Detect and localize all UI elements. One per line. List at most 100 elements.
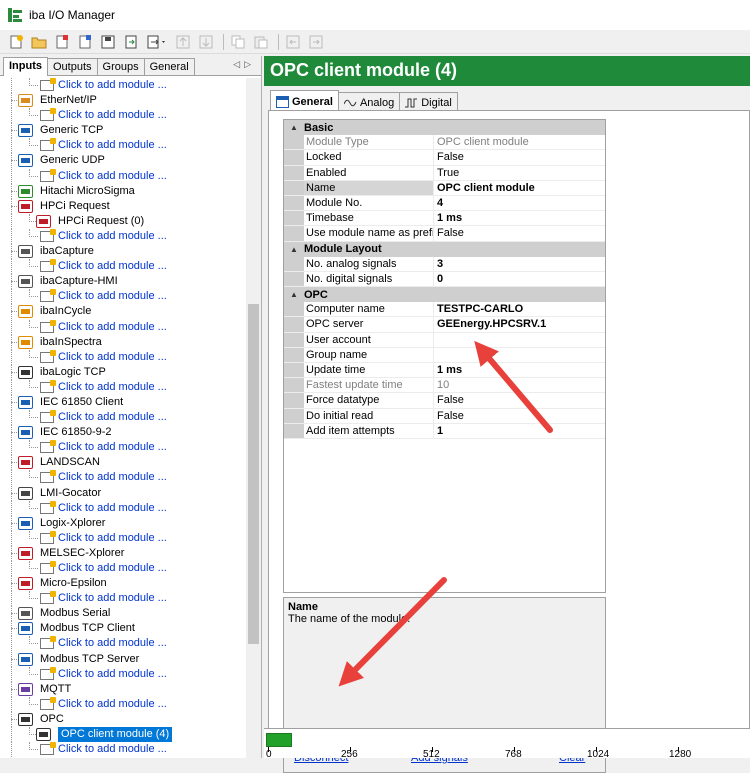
property-value[interactable]: TESTPC-CARLO [434,302,605,316]
property-value[interactable]: OPC client module [434,181,605,195]
tab-groups[interactable]: Groups [96,58,145,75]
property-row[interactable]: No. analog signals 3 [284,256,605,272]
tab-general[interactable]: General [143,58,195,75]
tab-general-module[interactable]: General [270,90,339,110]
property-value[interactable]: False [434,409,605,423]
add-module-item[interactable]: Click to add module ... [0,500,246,516]
tab-scroll-arrows[interactable]: ◁▷ [233,59,255,70]
add-module-item[interactable]: Click to add module ... [0,259,246,275]
property-value[interactable]: 3 [434,257,605,271]
property-value[interactable] [434,348,605,362]
property-row[interactable]: No. digital signals 0 [284,271,605,288]
tab-outputs[interactable]: Outputs [47,58,98,75]
add-module-item[interactable]: Click to add module ... [0,379,246,395]
add-module-item[interactable]: Click to add module ... [0,591,246,607]
tree-group-item[interactable]: LMI-Gocator [0,485,246,501]
property-value[interactable]: 1 ms [434,211,605,225]
property-row[interactable]: Locked False [284,150,605,166]
export-icon[interactable] [144,33,170,51]
tree-group-item[interactable]: Micro-Epsilon [0,576,246,592]
copy-icon[interactable] [228,33,248,51]
property-row[interactable]: Force datatype False [284,393,605,409]
scrollbar-thumb[interactable] [248,304,259,644]
tree-group-item[interactable]: HPCi Request [0,198,246,214]
add-module-item[interactable]: Click to add module ... [0,349,246,365]
property-row[interactable]: Use module name as prefix False [284,226,605,242]
tree-scrollbar[interactable] [246,78,261,758]
tree-group-item[interactable]: IEC 61850 Client [0,394,246,410]
property-row[interactable]: Module Type OPC client module [284,135,605,151]
category-basic[interactable]: ▲ Basic [284,120,605,136]
property-row[interactable]: Name OPC client module [284,180,605,196]
move-up-icon[interactable] [173,33,193,51]
tab-inputs[interactable]: Inputs [3,57,48,76]
tree-group-item[interactable]: IEC 61850-9-2 [0,425,246,441]
property-value[interactable]: GEEnergy.HPCSRV.1 [434,317,605,331]
property-value[interactable]: False [434,150,605,164]
add-module-item[interactable]: Click to add module ... [0,561,246,576]
property-row[interactable]: Add item attempts 1 [284,423,605,439]
property-value[interactable] [434,333,605,347]
paste-icon[interactable] [251,33,271,51]
tree-group-item[interactable]: ibaCapture [0,244,246,260]
collapse-icon[interactable]: ▲ [284,245,304,254]
move-down-icon[interactable] [196,33,216,51]
open-blue-icon[interactable] [75,33,95,51]
add-module-item[interactable]: Click to add module ... [0,530,246,546]
tree-group-item[interactable]: Generic TCP [0,123,246,139]
tree-group-item[interactable]: ibaLogic TCP [0,364,246,380]
add-module-item[interactable]: Click to add module ... [0,470,246,486]
property-row[interactable]: Fastest update time 10 [284,378,605,394]
property-value[interactable]: 4 [434,196,605,210]
tree-group-item[interactable]: Modbus Serial [0,606,246,622]
tree-group-item[interactable]: ibaInCycle [0,304,246,320]
property-row[interactable]: User account [284,332,605,348]
property-value[interactable]: 0 [434,272,605,286]
forward-icon[interactable] [306,33,326,51]
property-row[interactable]: Update time 1 ms [284,363,605,379]
property-row[interactable]: Timebase 1 ms [284,211,605,227]
add-module-item[interactable]: Click to add module ... [0,289,246,305]
property-value[interactable]: False [434,226,605,240]
tree-group-item[interactable]: OPC [0,711,246,727]
add-module-item[interactable]: Click to add module ... [0,78,246,93]
property-value[interactable]: OPC client module [434,135,605,149]
tab-analog[interactable]: Analog [337,92,401,110]
add-module-item[interactable]: Click to add module ... [0,696,246,712]
property-value[interactable]: 10 [434,378,605,392]
add-module-item[interactable]: Click to add module ... [0,168,246,184]
category-module-layout[interactable]: ▲ Module Layout [284,241,605,257]
back-icon[interactable] [283,33,303,51]
property-value[interactable]: False [434,393,605,407]
tree-group-item[interactable]: ibaCapture-HMI [0,274,246,290]
tab-digital[interactable]: Digital [399,92,458,110]
add-module-item[interactable]: Click to add module ... [0,228,246,244]
property-row[interactable]: OPC server GEEnergy.HPCSRV.1 [284,317,605,333]
tree-group-item[interactable]: Generic UDP [0,153,246,169]
import-icon[interactable] [121,33,141,51]
property-value[interactable]: True [434,166,605,180]
tree-group-item[interactable]: ibaInSpectra [0,334,246,350]
collapse-icon[interactable]: ▲ [284,290,304,299]
add-module-item[interactable]: Click to add module ... [0,410,246,426]
tree-group-item[interactable]: MELSEC-Xplorer [0,545,246,561]
property-row[interactable]: Module No. 4 [284,195,605,212]
collapse-icon[interactable]: ▲ [284,123,304,132]
tree-group-item[interactable]: Modbus TCP Server [0,651,246,667]
tree-group-item[interactable]: LANDSCAN [0,455,246,471]
property-value[interactable]: 1 [434,424,605,438]
add-module-item[interactable]: Click to add module ... [0,108,246,124]
add-module-item[interactable]: Click to add module ... [0,636,246,652]
tree-group-item[interactable]: Logix-Xplorer [0,515,246,531]
tree-group-item[interactable]: Modbus TCP Client [0,621,246,637]
add-module-item[interactable]: Click to add module ... [0,742,246,758]
property-row[interactable]: Do initial read False [284,408,605,424]
open-red-icon[interactable] [52,33,72,51]
property-row[interactable]: Enabled True [284,165,605,181]
new-icon[interactable] [6,33,26,51]
add-module-item[interactable]: Click to add module ... [0,666,246,682]
property-row[interactable]: Computer name TESTPC-CARLO [284,302,605,318]
tree-group-item[interactable]: MQTT [0,681,246,697]
tree-module-item[interactable]: OPC client module (4) [0,727,246,743]
add-module-item[interactable]: Click to add module ... [0,440,246,456]
